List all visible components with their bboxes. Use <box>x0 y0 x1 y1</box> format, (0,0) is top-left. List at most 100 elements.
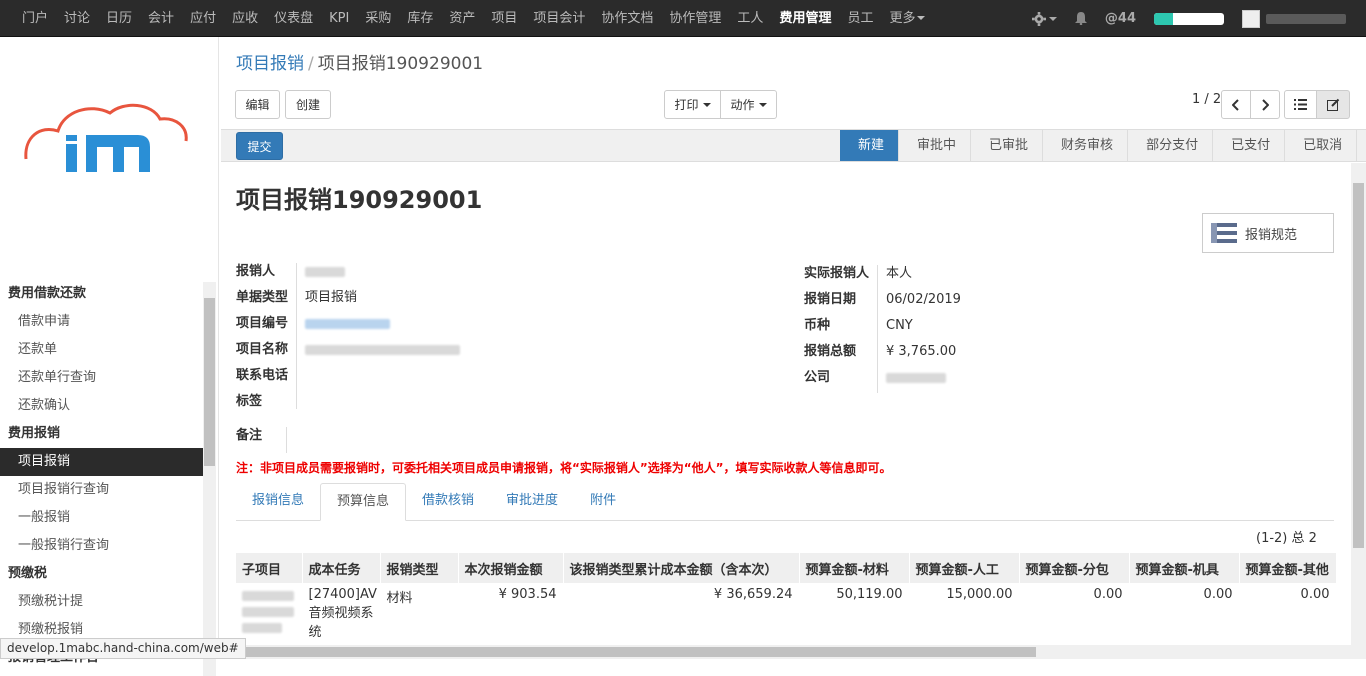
caret-down-icon <box>917 16 926 20</box>
create-button[interactable]: 创建 <box>285 90 331 119</box>
form-view-button[interactable] <box>1316 90 1350 119</box>
status-step[interactable]: 已支付 <box>1213 130 1286 161</box>
top-menu-item[interactable]: 协作文档 <box>593 0 661 37</box>
breadcrumb-parent-link[interactable]: 项目报销 <box>236 54 304 74</box>
top-menu-item[interactable]: 仪表盘 <box>266 0 321 37</box>
column-header[interactable]: 成本任务 <box>302 553 381 583</box>
top-menu-item[interactable]: 应付 <box>182 0 224 37</box>
top-menu-item[interactable]: 员工 <box>839 0 881 37</box>
sidebar-item[interactable]: 项目报销 <box>0 448 203 476</box>
prev-record-button[interactable] <box>1221 90 1251 119</box>
table-row[interactable]: [27400]AV音频视频系统 材料 ¥ 903.54 ¥ 36,659.24 50,1… <box>236 583 1337 644</box>
top-menu-item[interactable]: 资产 <box>441 0 483 37</box>
tab-item[interactable]: 报销信息 <box>236 483 320 521</box>
top-menu-item[interactable]: 费用管理 <box>771 0 839 37</box>
table-cell: ¥ 903.54 <box>458 583 564 644</box>
field-label: 联系电话 <box>236 368 289 383</box>
table-cell: [27400]AV音频视频系统 <box>302 583 381 644</box>
tab-item[interactable]: 审批进度 <box>490 483 574 521</box>
column-header[interactable]: 该报销类型累计成本金额（含本次） <box>563 553 800 583</box>
settings-menu[interactable] <box>1031 11 1057 26</box>
vertical-scrollbar-thumb[interactable] <box>1353 183 1364 548</box>
user-name-redacted <box>1266 13 1346 24</box>
sidebar-scrollbar[interactable] <box>203 282 216 676</box>
tab-item[interactable]: 附件 <box>574 483 632 521</box>
chevron-left-icon <box>1232 98 1239 111</box>
user-menu[interactable] <box>1242 9 1346 28</box>
sidebar-scrollbar-thumb[interactable] <box>204 298 215 466</box>
list-view-button[interactable] <box>1284 90 1317 119</box>
top-menu-item[interactable]: 采购 <box>357 0 399 37</box>
table-cell: 材料 <box>380 583 459 644</box>
top-menu-item[interactable]: KPI <box>321 0 357 37</box>
caret-down-icon <box>702 102 711 107</box>
left-field-group: 报销人 单据类型 项目报销 项目编号 项目名称 联系电话 标签 <box>236 259 756 409</box>
caret-down-icon <box>758 102 767 107</box>
tab-item[interactable]: 预算信息 <box>320 483 407 521</box>
top-menu-item[interactable]: 讨论 <box>56 0 98 37</box>
field-value[interactable] <box>305 311 390 337</box>
top-menu-item[interactable]: 库存 <box>399 0 441 37</box>
top-menu-item[interactable]: 项目会计 <box>525 0 593 37</box>
status-step[interactable]: 部分支付 <box>1128 130 1214 161</box>
top-menu-item[interactable]: 日历 <box>98 0 140 37</box>
sidebar-section-title: 费用报销 <box>8 426 61 441</box>
sidebar-menu: 费用借款还款 借款申请 还款单 还款单行查询 还款确认 费用报销 项目报销 项目报销行查询 一般… <box>0 280 219 676</box>
tab-item[interactable]: 借款核销 <box>406 483 490 521</box>
sidebar-item[interactable]: 借款申请 <box>0 308 219 336</box>
column-header[interactable]: 本次报销金额 <box>458 553 564 583</box>
notice-text: 注：非项目成员需要报销时，可委托相关项目成员申请报销，将“实际报销人”选择为“他… <box>236 461 892 475</box>
rules-button[interactable]: 报销规范 <box>1202 213 1334 253</box>
redacted-value <box>242 591 294 601</box>
column-header[interactable]: 预算金额-人工 <box>909 553 1020 583</box>
horizontal-scrollbar[interactable] <box>221 645 1351 659</box>
top-menu-item[interactable]: 应收 <box>224 0 266 37</box>
print-dropdown[interactable]: 打印 <box>664 90 721 119</box>
top-menu-item[interactable]: 工人 <box>729 0 771 37</box>
top-menu-more[interactable]: 更多 <box>881 0 933 37</box>
progress-bar <box>1154 12 1224 25</box>
gear-icon <box>1031 11 1046 26</box>
horizontal-scrollbar-thumb[interactable] <box>236 647 1036 657</box>
column-header[interactable]: 预算金额-材料 <box>799 553 910 583</box>
field-label: 单据类型 <box>236 290 289 305</box>
column-header[interactable]: 报销类型 <box>380 553 459 583</box>
status-step[interactable]: 已审批 <box>971 130 1044 161</box>
sidebar-item[interactable]: 预缴税计提 <box>0 588 219 616</box>
field-label: 项目编号 <box>236 316 289 331</box>
top-menu-item[interactable]: 协作管理 <box>661 0 729 37</box>
sidebar-item[interactable]: 一般报销 <box>0 504 219 532</box>
status-step[interactable]: 已取消 <box>1285 130 1358 161</box>
top-navbar: 门户 讨论 日历 会计 应付 应收 仪表盘 KPI 采购 库存 资产 项目 项目会计 协作文档 协作管理 工人… <box>0 0 1366 37</box>
vertical-scrollbar[interactable] <box>1351 163 1366 659</box>
column-header[interactable]: 预算金额-其他 <box>1239 553 1337 583</box>
sidebar-item[interactable]: 项目报销行查询 <box>0 476 219 504</box>
submit-button[interactable]: 提交 <box>236 132 283 160</box>
field-label: 报销日期 <box>804 292 857 307</box>
right-field-divider <box>877 265 878 393</box>
sidebar-item[interactable]: 还款单 <box>0 336 219 364</box>
top-menu-item[interactable]: 门户 <box>14 0 56 37</box>
progress-fill <box>1154 12 1173 25</box>
notifications[interactable] <box>1074 12 1087 25</box>
top-menu-item[interactable]: 会计 <box>140 0 182 37</box>
redacted-value <box>242 607 294 617</box>
edit-button[interactable]: 编辑 <box>235 90 280 119</box>
field-label: 标签 <box>236 394 263 409</box>
field-label: 公司 <box>804 370 831 385</box>
action-dropdown[interactable]: 动作 <box>720 90 777 119</box>
sidebar-item[interactable]: 还款确认 <box>0 392 219 420</box>
column-header[interactable]: 预算金额-机具 <box>1129 553 1240 583</box>
top-menu-item[interactable]: 项目 <box>483 0 525 37</box>
column-header[interactable]: 子项目 <box>236 553 303 583</box>
field-label: 报销人 <box>236 264 276 279</box>
next-record-button[interactable] <box>1250 90 1280 119</box>
column-header[interactable]: 预算金额-分包 <box>1019 553 1130 583</box>
remark-label: 备注 <box>236 428 263 443</box>
status-step[interactable]: 财务审核 <box>1043 130 1129 161</box>
status-step[interactable]: 审批中 <box>899 130 972 161</box>
status-step[interactable]: 新建 <box>840 130 900 161</box>
sidebar-item[interactable]: 还款单行查询 <box>0 364 219 392</box>
mentions-counter[interactable]: @44 <box>1105 11 1136 26</box>
sidebar-item[interactable]: 一般报销行查询 <box>0 532 219 560</box>
